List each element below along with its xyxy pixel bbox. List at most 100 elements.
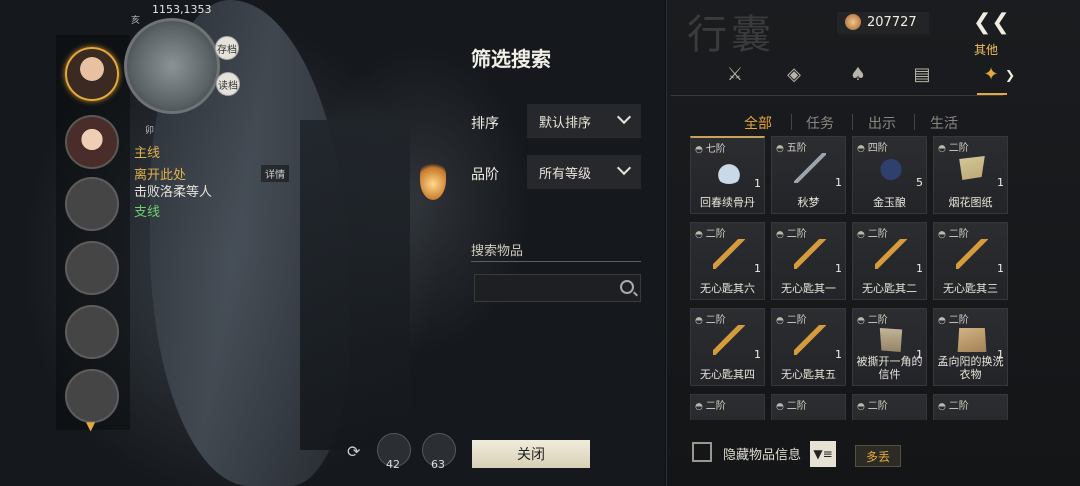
sort-value: 默认排序 [539,115,592,131]
subtab-quest[interactable]: 任务 [806,113,834,133]
item-quantity: 1 [754,348,761,361]
subtab-all[interactable]: 全部 [744,113,772,133]
avatar-slot-empty[interactable] [65,177,119,231]
refresh-icon[interactable]: ⟳ [347,442,360,461]
search-input[interactable] [474,274,641,302]
item-tier: 二阶 [857,225,888,240]
other-category-icon[interactable]: ✦ [979,64,1003,88]
avatar-slot-empty[interactable] [65,369,119,423]
item-grid: 七阶1回春续骨丹五阶1秋梦四阶5金玉酿二阶1烟花图纸二阶1无心匙其六二阶1无心匙… [690,136,1010,420]
item-slot[interactable]: 二阶 [852,394,927,420]
item-slot[interactable]: 二阶 1 无心匙其五 [771,308,846,386]
search-icon[interactable] [620,280,634,294]
chevron-down-icon [616,160,632,176]
item-name: 被撕开一角的信件 [856,355,923,381]
search-label: 搜索物品 [471,244,524,259]
subtab-show[interactable]: 出示 [868,113,896,133]
item-name: 无心匙其二 [862,282,917,295]
herb-category-icon[interactable]: ♠ [846,64,870,88]
inventory-title: 行囊 [687,12,775,58]
coin-icon [845,14,861,30]
item-slot[interactable]: 四阶 5 金玉酿 [852,136,927,214]
item-tier: 二阶 [695,225,726,240]
item-name: 无心匙其一 [781,282,836,295]
chevron-down-icon[interactable]: ▼ [86,419,95,433]
item-key-icon [794,325,826,355]
skill-count: 42 [386,458,400,471]
minimap[interactable] [124,18,220,114]
category-label: 其他 [974,43,999,57]
sort-label: 排序 [471,116,499,132]
avatar-slot-empty[interactable] [65,305,119,359]
item-slot[interactable]: 二阶 [771,394,846,420]
avatar-slot-empty[interactable] [65,241,119,295]
item-tier: 四阶 [857,139,888,154]
filter-icon[interactable]: ▼≡ [810,441,836,467]
item-name: 无心匙其三 [943,282,998,295]
quest-main-desc: 击败洛柔等人 [134,185,213,200]
quest-side-label[interactable]: 支线 [134,201,160,220]
divider [852,114,853,130]
item-tier: 二阶 [776,311,807,326]
item-key-icon [713,239,745,269]
item-slot[interactable]: 二阶 1 无心匙其四 [690,308,765,386]
save-button[interactable]: 存档 [215,36,239,60]
hide-info-checkbox[interactable] [692,442,712,462]
item-key-icon [875,239,907,269]
avatar-companion[interactable] [65,115,119,169]
item-vial-icon [713,154,745,184]
item-tier: 二阶 [776,225,807,240]
inventory-panel: 行囊 207727 ❮❮ 其他 ⚔ ◈ ♠ ▤ ✦ ❯ 全部 任务 出示 生活 … [666,0,1080,486]
item-slot[interactable]: 二阶 1 无心匙其六 [690,222,765,300]
book-category-icon[interactable]: ▤ [910,64,934,88]
item-tier: 七阶 [695,140,726,155]
item-name: 孟向阳的换洗衣物 [937,355,1004,381]
avatar-leader[interactable] [65,47,119,101]
item-key-icon [794,239,826,269]
weapon-category-icon[interactable]: ⚔ [723,64,747,88]
divider [471,261,641,262]
divider [671,95,1003,96]
game-screen: ▼ 1153,1353 亥 卯 存档 读档 主线 离开此处 击败洛柔等人 详情 … [0,0,1080,486]
party-column: ▼ [56,35,130,433]
item-slot[interactable]: 二阶 1 无心匙其三 [933,222,1008,300]
skill-count: 63 [431,458,445,471]
multi-drop-button[interactable]: 多丢 [855,445,901,467]
item-quantity: 1 [997,176,1004,189]
item-tier: 二阶 [857,311,888,326]
item-name: 回春续骨丹 [700,196,755,209]
back-arrow-icon[interactable]: ❮❮ [973,10,1013,36]
load-button[interactable]: 读档 [216,72,240,96]
minimap-time-label: 卯 [145,126,155,136]
item-slot[interactable]: 二阶 1 烟花图纸 [933,136,1008,214]
item-slot[interactable]: 二阶 1 无心匙其二 [852,222,927,300]
item-tier: 二阶 [938,139,969,154]
lantern-light [420,160,446,200]
chevron-right-icon[interactable]: ❯ [1005,68,1015,82]
item-sword-icon [794,153,826,183]
item-name: 无心匙其六 [700,282,755,295]
grade-select[interactable]: 所有等级 [527,155,641,189]
sort-select[interactable]: 默认排序 [527,104,641,138]
item-slot[interactable]: 二阶1孟向阳的换洗衣物 [933,308,1008,386]
coordinates: 1153,1353 [152,3,212,16]
close-button[interactable]: 关闭 [472,440,590,468]
item-tier: 二阶 [938,225,969,240]
item-paper-icon [959,156,985,180]
armor-category-icon[interactable]: ◈ [782,64,806,88]
item-name: 无心匙其四 [700,368,755,381]
subtab-life[interactable]: 生活 [930,113,958,133]
item-jar-icon [875,153,907,183]
item-slot[interactable]: 五阶 1 秋梦 [771,136,846,214]
minimap-time-label: 亥 [131,16,141,26]
quest-detail-button[interactable]: 详情 [261,165,289,182]
item-slot[interactable]: 七阶 1 回春续骨丹 [690,136,765,214]
item-slot[interactable]: 二阶 [933,394,1008,420]
quest-main-label[interactable]: 主线 [134,142,160,161]
item-slot[interactable]: 二阶1被撕开一角的信件 [852,308,927,386]
item-slot[interactable]: 二阶 1 无心匙其一 [771,222,846,300]
grade-label: 品阶 [471,167,499,183]
item-slot[interactable]: 二阶 [690,394,765,420]
item-tier: 二阶 [695,397,726,412]
divider [791,114,792,130]
